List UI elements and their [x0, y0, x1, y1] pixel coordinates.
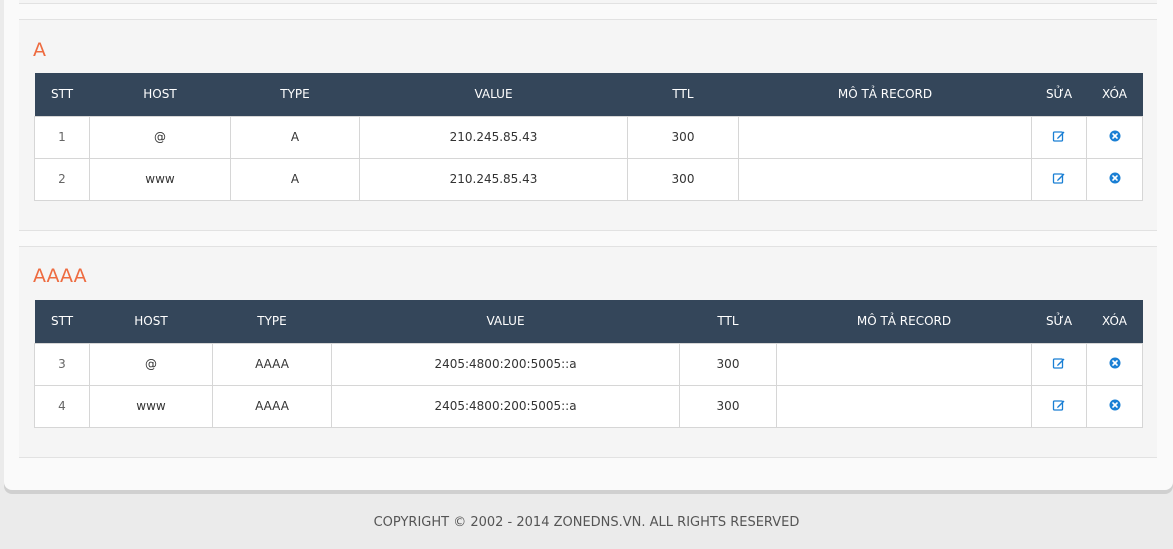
cell-edit [1031, 157, 1087, 201]
cell-edit [1031, 384, 1087, 428]
col-header-value: VALUE [359, 73, 628, 116]
cell-value: 210.245.85.43 [359, 157, 628, 201]
cell-host: @ [89, 115, 231, 159]
footer-copyright: COPYRIGHT © 2002 - 2014 ZONEDNS.VN. ALL … [373, 515, 800, 530]
delete-circle-icon[interactable] [1109, 399, 1121, 411]
col-header-type: TYPE [212, 300, 332, 343]
cell-description [776, 342, 1032, 386]
cell-stt: 1 [34, 115, 90, 159]
col-header-description: MÔ TẢ RECORD [776, 300, 1032, 343]
col-header-value: VALUE [331, 300, 680, 343]
record-section-a: A STT HOST TYPE VALUE TTL MÔ TẢ RECORD S… [19, 19, 1157, 231]
cell-delete [1086, 384, 1143, 428]
edit-icon[interactable] [1052, 398, 1066, 412]
table-header-row: STT HOST TYPE VALUE TTL MÔ TẢ RECORD SỬA… [34, 300, 1143, 343]
cell-stt: 3 [34, 342, 90, 386]
col-header-ttl: TTL [627, 73, 739, 116]
section-title: AAAA [33, 265, 87, 287]
cell-ttl: 300 [627, 115, 739, 159]
cell-ttl: 300 [679, 384, 777, 428]
col-header-edit: SỬA [1031, 73, 1087, 116]
cell-edit [1031, 342, 1087, 386]
cell-value: 2405:4800:200:5005::a [331, 384, 680, 428]
cell-type: AAAA [212, 342, 332, 386]
delete-circle-icon[interactable] [1109, 130, 1121, 142]
previous-section-bottom [19, 0, 1157, 4]
col-header-description: MÔ TẢ RECORD [738, 73, 1032, 116]
edit-icon[interactable] [1052, 356, 1066, 370]
cell-host: www [89, 157, 231, 201]
delete-circle-icon[interactable] [1109, 172, 1121, 184]
record-section-aaaa: AAAA STT HOST TYPE VALUE TTL MÔ TẢ RECOR… [19, 246, 1157, 458]
cell-ttl: 300 [627, 157, 739, 201]
records-table: STT HOST TYPE VALUE TTL MÔ TẢ RECORD SỬA… [34, 73, 1143, 201]
cell-delete [1086, 157, 1143, 201]
cell-stt: 2 [34, 157, 90, 201]
col-header-edit: SỬA [1031, 300, 1087, 343]
cell-description [776, 384, 1032, 428]
cell-host: @ [89, 342, 213, 386]
section-title: A [33, 39, 46, 61]
cell-value: 2405:4800:200:5005::a [331, 342, 680, 386]
cell-stt: 4 [34, 384, 90, 428]
cell-type: A [230, 157, 360, 201]
table-header-row: STT HOST TYPE VALUE TTL MÔ TẢ RECORD SỬA… [34, 73, 1143, 116]
cell-description [738, 115, 1032, 159]
col-header-delete: XÓA [1086, 73, 1143, 116]
col-header-stt: STT [34, 73, 90, 116]
edit-icon[interactable] [1052, 171, 1066, 185]
col-header-ttl: TTL [679, 300, 777, 343]
cell-type: A [230, 115, 360, 159]
cell-host: www [89, 384, 213, 428]
col-header-host: HOST [89, 300, 213, 343]
table-row: 3 @ AAAA 2405:4800:200:5005::a 300 [34, 342, 1143, 386]
cell-value: 210.245.85.43 [359, 115, 628, 159]
table-row: 2 www A 210.245.85.43 300 [34, 157, 1143, 201]
cell-description [738, 157, 1032, 201]
cell-edit [1031, 115, 1087, 159]
col-header-stt: STT [34, 300, 90, 343]
table-row: 4 www AAAA 2405:4800:200:5005::a 300 [34, 384, 1143, 428]
records-table: STT HOST TYPE VALUE TTL MÔ TẢ RECORD SỬA… [34, 300, 1143, 428]
table-row: 1 @ A 210.245.85.43 300 [34, 115, 1143, 159]
delete-circle-icon[interactable] [1109, 357, 1121, 369]
edit-icon[interactable] [1052, 129, 1066, 143]
cell-delete [1086, 115, 1143, 159]
cell-ttl: 300 [679, 342, 777, 386]
cell-type: AAAA [212, 384, 332, 428]
cell-delete [1086, 342, 1143, 386]
col-header-type: TYPE [230, 73, 360, 116]
col-header-host: HOST [89, 73, 231, 116]
col-header-delete: XÓA [1086, 300, 1143, 343]
